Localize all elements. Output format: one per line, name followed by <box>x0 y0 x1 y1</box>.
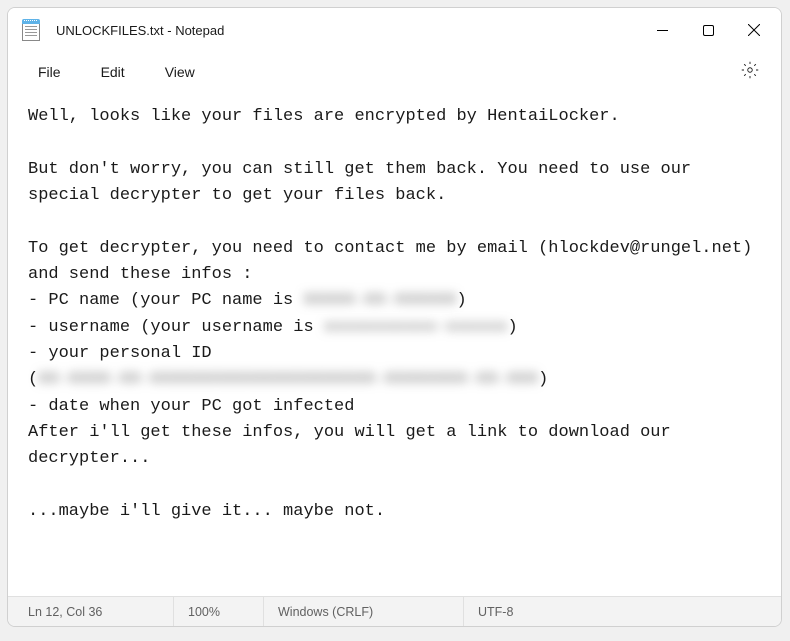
text-editor-content[interactable]: Well, looks like your files are encrypte… <box>8 92 781 596</box>
redacted-personal-id: XX-XXXX-XX-XXXXXXXXXXXXXXXXXXXXXX-XXXXXX… <box>38 367 538 393</box>
gear-icon <box>741 61 759 79</box>
minimize-button[interactable] <box>639 8 685 52</box>
statusbar: Ln 12, Col 36 100% Windows (CRLF) UTF-8 <box>8 596 781 626</box>
notepad-window: UNLOCKFILES.txt - Notepad File Edit View… <box>7 7 782 627</box>
status-encoding: UTF-8 <box>464 597 775 626</box>
titlebar: UNLOCKFILES.txt - Notepad <box>8 8 781 52</box>
status-line-ending: Windows (CRLF) <box>264 597 464 626</box>
redacted-pc-name: XXXXX-XX-XXXXXX <box>303 288 456 314</box>
redacted-username: xxxxxxxxxxx-xxxxxx <box>324 315 508 341</box>
notepad-icon <box>22 19 40 41</box>
status-zoom[interactable]: 100% <box>174 597 264 626</box>
close-button[interactable] <box>731 8 777 52</box>
menu-file[interactable]: File <box>18 58 81 86</box>
menubar: File Edit View <box>8 52 781 92</box>
window-controls <box>639 8 777 52</box>
menu-view[interactable]: View <box>145 58 215 86</box>
menu-edit[interactable]: Edit <box>81 58 145 86</box>
status-cursor-position: Ln 12, Col 36 <box>14 597 174 626</box>
window-title: UNLOCKFILES.txt - Notepad <box>56 23 639 38</box>
settings-button[interactable] <box>729 55 771 90</box>
maximize-button[interactable] <box>685 8 731 52</box>
